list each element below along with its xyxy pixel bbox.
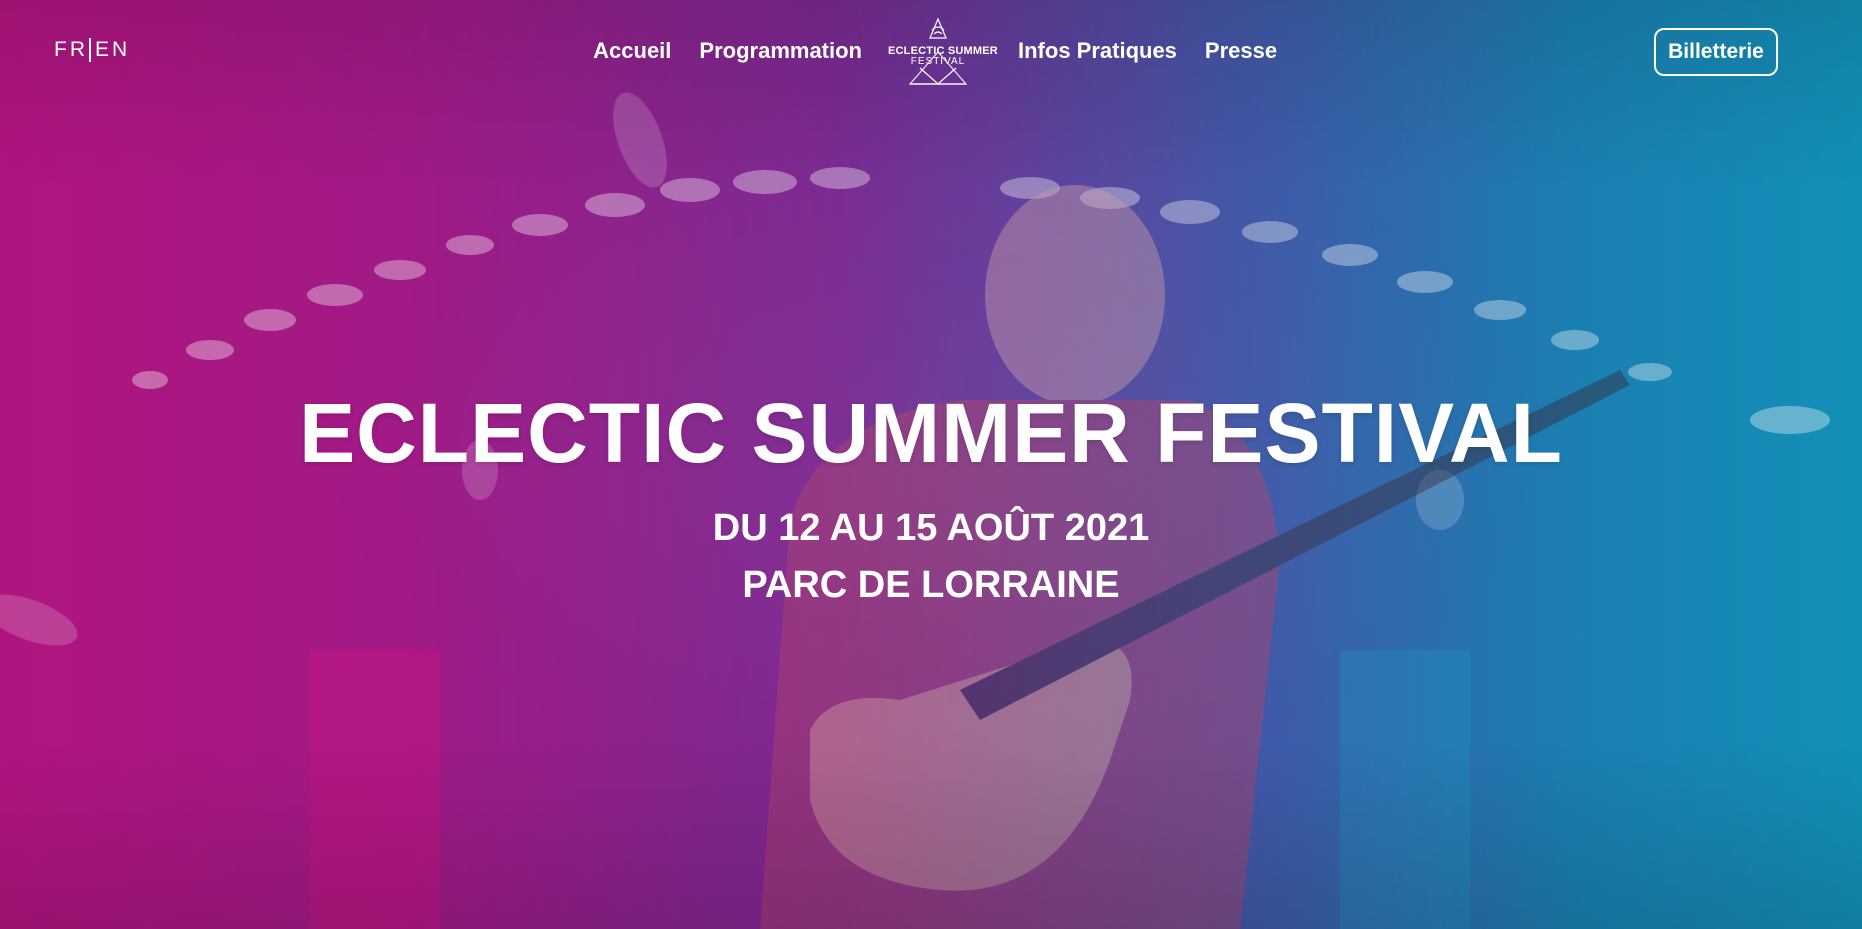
hero-title: ECLECTIC SUMMER FESTIVAL bbox=[299, 386, 1563, 480]
logo-text-line2: FESTIVAL bbox=[910, 56, 966, 67]
festival-logo[interactable]: ECLECTIC SUMMER FESTIVAL bbox=[888, 16, 998, 86]
nav-presse[interactable]: Presse bbox=[1205, 38, 1277, 64]
nav-accueil[interactable]: Accueil bbox=[593, 38, 671, 64]
main-nav-left: Accueil Programmation bbox=[593, 38, 862, 64]
lang-en-link[interactable]: EN bbox=[95, 38, 130, 62]
language-switcher: FR EN bbox=[54, 38, 130, 62]
hero-section: FR EN Accueil Programmation ECLECTIC SUM… bbox=[0, 0, 1862, 929]
lang-fr-link[interactable]: FR bbox=[54, 38, 88, 62]
site-header: FR EN Accueil Programmation ECLECTIC SUM… bbox=[0, 0, 1862, 104]
nav-programmation[interactable]: Programmation bbox=[699, 38, 862, 64]
billetterie-button[interactable]: Billetterie bbox=[1654, 28, 1778, 76]
lang-separator bbox=[89, 38, 91, 62]
hero-dates: DU 12 AU 15 AOÛT 2021 bbox=[712, 507, 1150, 549]
nav-infos-pratiques[interactable]: Infos Pratiques bbox=[1018, 38, 1177, 64]
hero-location: PARC DE LORRAINE bbox=[742, 564, 1120, 606]
main-nav-right: Infos Pratiques Presse bbox=[1018, 38, 1277, 64]
